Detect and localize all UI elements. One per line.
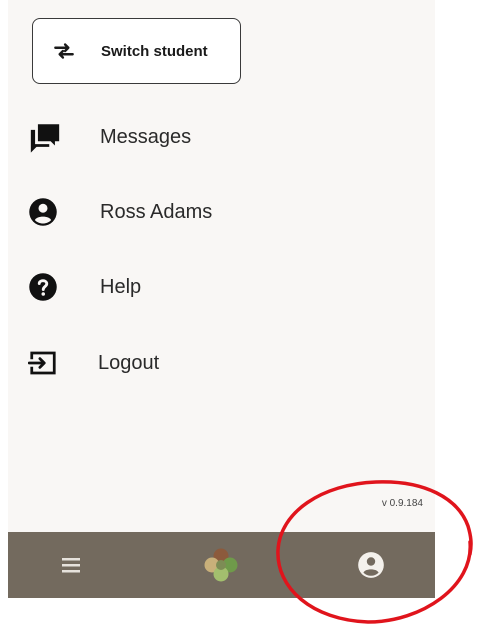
- logout-icon: [28, 343, 68, 383]
- switch-student-button[interactable]: Switch student: [32, 18, 241, 84]
- nav-menu-button[interactable]: [42, 532, 102, 598]
- menu-item-label: Messages: [100, 125, 192, 148]
- app-screen: Switch student Messages Ross Adams Help …: [8, 0, 435, 598]
- bottom-nav-bar: [8, 532, 435, 598]
- account-icon: [28, 192, 68, 232]
- messages-icon: [28, 117, 68, 157]
- menu-item-label: Ross Adams: [100, 200, 213, 223]
- switch-student-label: Switch student: [101, 42, 208, 60]
- menu-item-messages[interactable]: Messages: [28, 114, 408, 160]
- app-logo-icon: [204, 548, 238, 582]
- nav-home-button[interactable]: [191, 532, 251, 598]
- menu-item-profile[interactable]: Ross Adams: [28, 189, 408, 235]
- menu-item-help[interactable]: Help: [28, 264, 408, 310]
- menu-item-label: Help: [100, 275, 142, 298]
- hamburger-menu-icon: [62, 558, 80, 573]
- account-icon: [358, 552, 384, 578]
- help-icon: [28, 267, 68, 307]
- app-version: v 0.9.184: [381, 498, 423, 509]
- nav-account-button[interactable]: [341, 532, 401, 598]
- menu-item-logout[interactable]: Logout: [28, 340, 408, 386]
- swap-arrows-icon: [54, 43, 74, 59]
- menu-item-label: Logout: [98, 351, 160, 374]
